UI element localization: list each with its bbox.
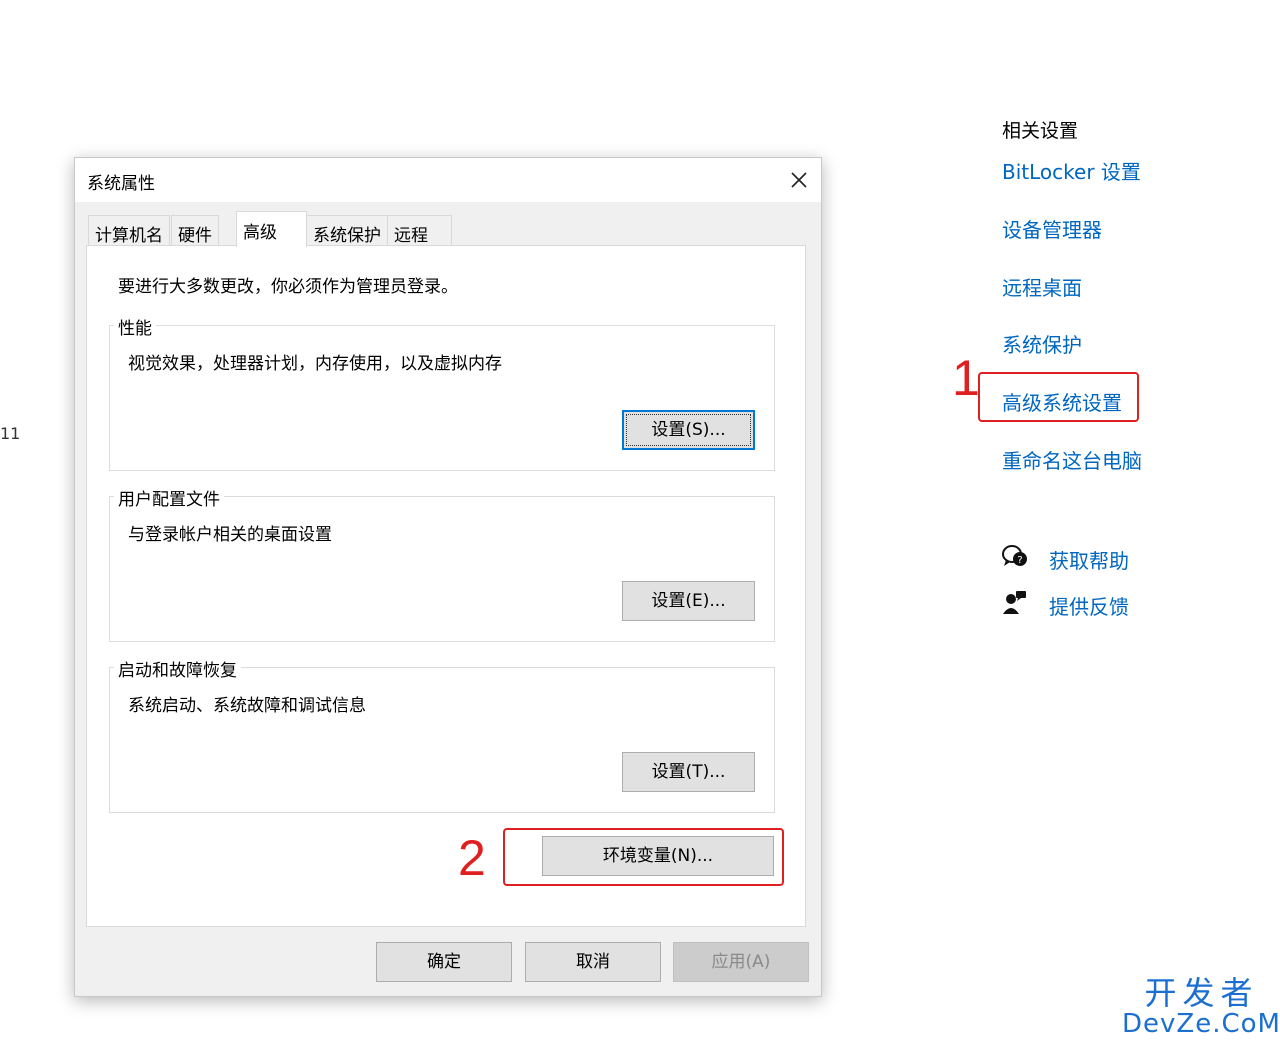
user-profiles-settings-button[interactable]: 设置(E)... bbox=[622, 581, 755, 621]
startup-recovery-settings-button[interactable]: 设置(T)... bbox=[622, 752, 755, 792]
link-rename-pc[interactable]: 重命名这台电脑 bbox=[1002, 445, 1142, 474]
admin-notice: 要进行大多数更改，你必须作为管理员登录。 bbox=[118, 277, 458, 297]
ok-button[interactable]: 确定 bbox=[376, 942, 512, 982]
tab-hardware[interactable]: 硬件 bbox=[171, 215, 219, 246]
annotation-number-two: 2 bbox=[458, 830, 486, 886]
edge-fragment-text: 11 bbox=[0, 424, 21, 443]
apply-button[interactable]: 应用(A) bbox=[673, 942, 809, 982]
link-system-protection[interactable]: 系统保护 bbox=[1002, 329, 1082, 358]
feedback-icon bbox=[1003, 591, 1026, 614]
svg-text:?: ? bbox=[1017, 555, 1022, 566]
tab-system-protection[interactable]: 系统保护 bbox=[306, 215, 388, 246]
link-device-manager[interactable]: 设备管理器 bbox=[1002, 214, 1102, 243]
annotation-box-environment-variables bbox=[503, 828, 784, 886]
user-profiles-description: 与登录帐户相关的桌面设置 bbox=[128, 525, 332, 545]
link-give-feedback[interactable]: 提供反馈 bbox=[1049, 591, 1129, 620]
close-icon[interactable] bbox=[787, 168, 811, 192]
watermark-line-2: DevZe.CoM bbox=[1122, 1009, 1280, 1039]
performance-settings-button[interactable]: 设置(S)... bbox=[622, 410, 755, 450]
performance-group-label: 性能 bbox=[114, 314, 156, 339]
help-chat-icon: ? bbox=[1002, 545, 1027, 566]
watermark-line-1: 开发者 bbox=[1144, 974, 1259, 1012]
tab-remote[interactable]: 远程 bbox=[387, 215, 452, 246]
startup-recovery-group-label: 启动和故障恢复 bbox=[114, 656, 241, 681]
dialog-title: 系统属性 bbox=[87, 174, 155, 194]
tab-advanced[interactable]: 高级 bbox=[236, 211, 307, 247]
performance-settings-label: 设置(S)... bbox=[651, 420, 726, 440]
performance-description: 视觉效果，处理器计划，内存使用，以及虚拟内存 bbox=[128, 354, 502, 374]
user-profiles-group-label: 用户配置文件 bbox=[114, 485, 224, 510]
startup-recovery-description: 系统启动、系统故障和调试信息 bbox=[128, 696, 366, 716]
annotation-box-advanced-settings bbox=[978, 372, 1139, 422]
related-settings-title: 相关设置 bbox=[1002, 120, 1079, 142]
link-bitlocker-settings[interactable]: BitLocker 设置 bbox=[1002, 156, 1141, 185]
annotation-number-one: 1 bbox=[952, 350, 980, 406]
cancel-button[interactable]: 取消 bbox=[525, 942, 661, 982]
link-remote-desktop[interactable]: 远程桌面 bbox=[1002, 272, 1082, 301]
tab-computer-name[interactable]: 计算机名 bbox=[88, 215, 170, 246]
dialog-titlebar[interactable]: 系统属性 bbox=[75, 158, 821, 202]
link-get-help[interactable]: 获取帮助 bbox=[1049, 545, 1129, 574]
watermark-logo: 开发者 DevZe.CoM bbox=[1122, 976, 1280, 1038]
